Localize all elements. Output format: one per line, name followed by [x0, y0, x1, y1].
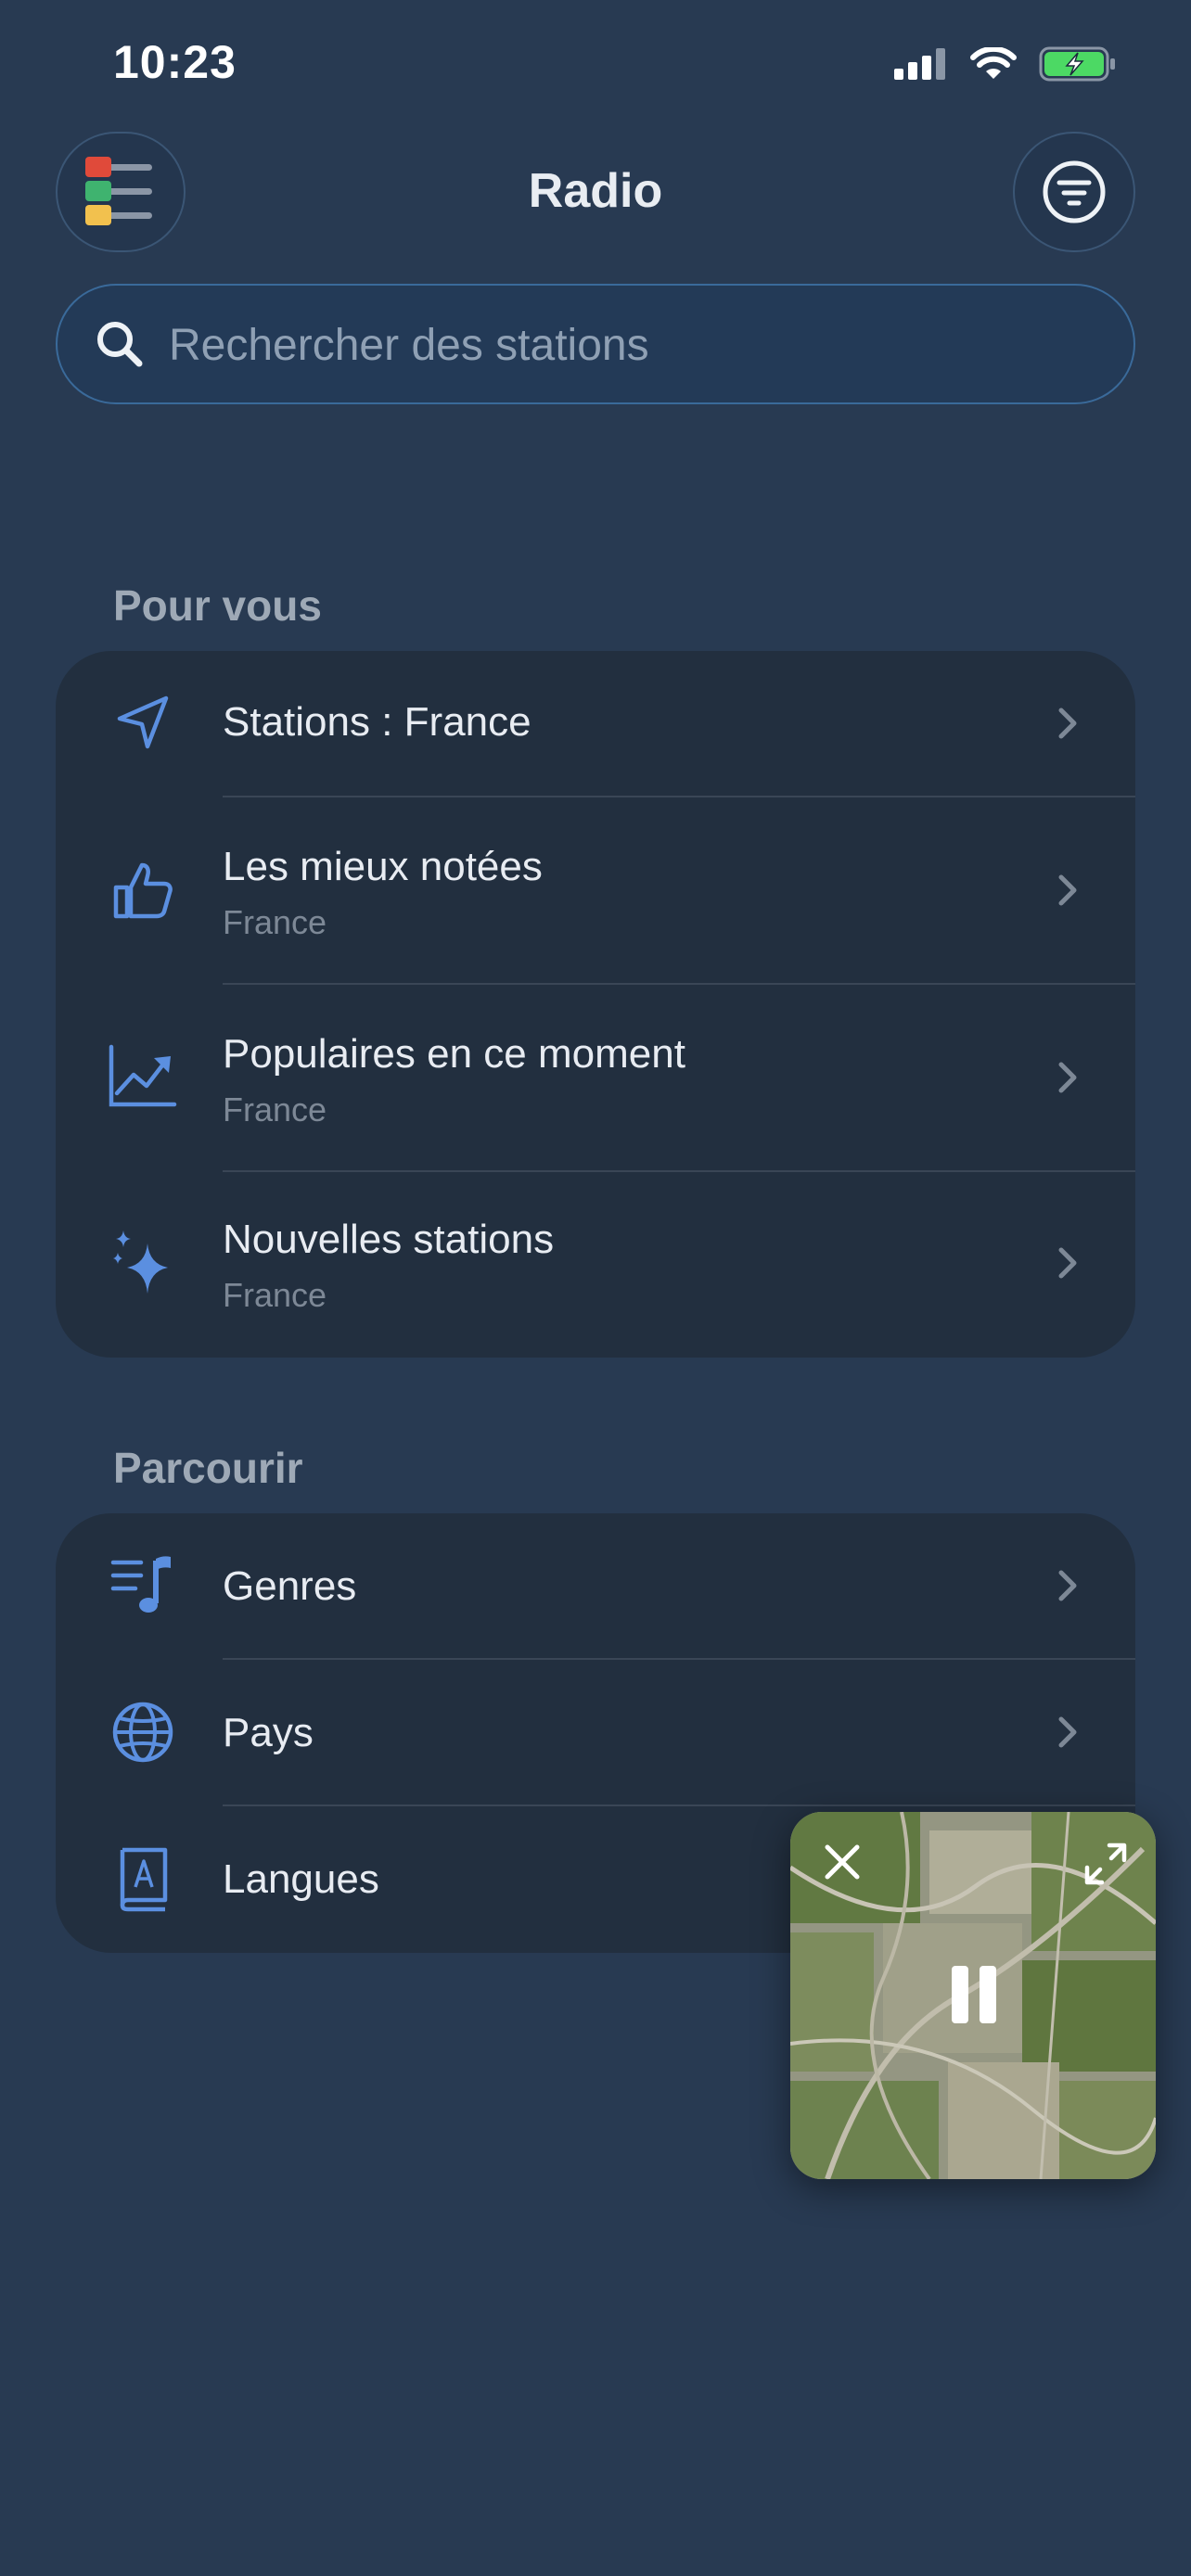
battery-charging-icon	[1039, 46, 1115, 82]
sparkles-icon	[108, 1228, 178, 1298]
status-icons	[894, 46, 1117, 82]
thumbs-up-icon	[108, 855, 178, 925]
mini-player[interactable]	[790, 1812, 1156, 2179]
list-item-subtitle: France	[223, 1276, 327, 1314]
search-icon	[97, 322, 143, 367]
list-item-stations-france[interactable]: Stations : France	[56, 651, 1135, 796]
filter-icon	[1043, 160, 1106, 223]
chevron-right-icon	[1058, 874, 1077, 906]
list-item-label: Nouvelles stations	[223, 1217, 555, 1262]
globe-icon	[108, 1697, 178, 1767]
pause-icon[interactable]	[948, 1964, 1000, 2025]
list-item-subtitle: France	[223, 903, 327, 941]
list-item-label: Populaires en ce moment	[223, 1031, 685, 1077]
section-title-browse: Parcourir	[113, 1444, 303, 1492]
search-input[interactable]	[167, 286, 1098, 404]
cellular-signal-icon	[894, 48, 945, 80]
chevron-right-icon	[1058, 1570, 1077, 1601]
location-arrow-icon	[108, 688, 178, 759]
expand-icon[interactable]	[1083, 1842, 1128, 1886]
for-you-card: Stations : France Les mieux notées Franc…	[56, 651, 1135, 1358]
wifi-icon	[970, 47, 1017, 79]
list-item-countries[interactable]: Pays	[56, 1660, 1135, 1804]
list-item-top-rated[interactable]: Les mieux notées France	[56, 797, 1135, 983]
status-time: 10:23	[113, 36, 237, 88]
list-item-label: Stations : France	[223, 699, 531, 745]
list-item-label: Langues	[223, 1856, 379, 1902]
chevron-right-icon	[1058, 1716, 1077, 1748]
list-item-trending[interactable]: Populaires en ce moment France	[56, 985, 1135, 1170]
chevron-right-icon	[1058, 1247, 1077, 1279]
list-item-subtitle: France	[223, 1090, 327, 1129]
list-item-label: Les mieux notées	[223, 844, 543, 889]
list-item-new-stations[interactable]: Nouvelles stations France	[56, 1172, 1135, 1358]
trending-chart-icon	[108, 1040, 178, 1111]
dictionary-icon	[108, 1843, 178, 1914]
chevron-right-icon	[1058, 1062, 1077, 1093]
filter-button[interactable]	[1013, 132, 1135, 252]
list-item-label: Pays	[223, 1710, 314, 1755]
section-title-for-you: Pour vous	[113, 581, 322, 630]
search-bar[interactable]	[56, 284, 1135, 404]
close-icon[interactable]	[822, 1842, 863, 1882]
list-item-label: Genres	[223, 1563, 357, 1609]
chevron-right-icon	[1058, 708, 1077, 739]
music-list-icon	[108, 1550, 178, 1621]
list-item-genres[interactable]: Genres	[56, 1513, 1135, 1658]
